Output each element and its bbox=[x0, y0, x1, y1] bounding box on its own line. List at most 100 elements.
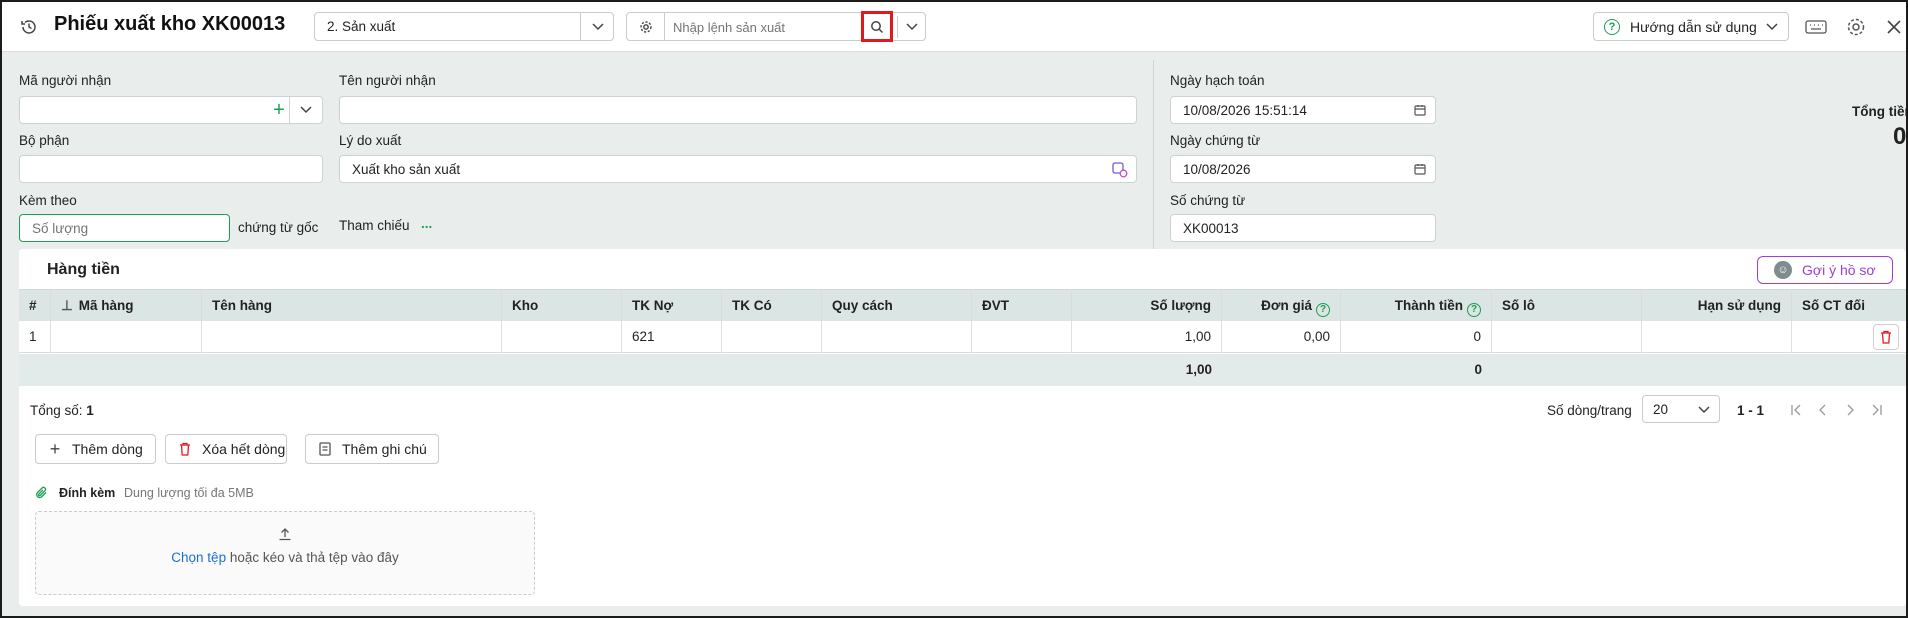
col-code[interactable]: ⊥ Mã hàng bbox=[51, 290, 202, 322]
calendar-icon[interactable] bbox=[1413, 103, 1427, 117]
department-label: Bộ phận bbox=[19, 133, 70, 148]
last-page-icon[interactable] bbox=[1868, 401, 1886, 419]
rows-per-page-label: Số dòng/trang bbox=[1547, 403, 1632, 418]
plus-icon: + bbox=[49, 439, 61, 459]
prev-page-icon[interactable] bbox=[1814, 401, 1832, 419]
note-icon bbox=[318, 442, 332, 456]
drop-text: hoặc kéo và thả tệp vào đây bbox=[229, 550, 399, 565]
posting-date-label: Ngày hạch toán bbox=[1170, 73, 1265, 88]
choose-file-link[interactable]: Chọn tệp bbox=[171, 550, 226, 565]
chevron-down-icon bbox=[1764, 19, 1780, 35]
cell-warehouse[interactable] bbox=[502, 321, 622, 353]
keyboard-icon[interactable] bbox=[1804, 16, 1828, 38]
chevron-down-icon[interactable] bbox=[897, 16, 925, 38]
total-label: Tổng tiền bbox=[1852, 104, 1908, 119]
col-expiry[interactable]: Hạn sử dụng bbox=[1642, 290, 1792, 322]
file-drop-zone[interactable]: Chọn tệp hoặc kéo và thả tệp vào đây bbox=[35, 511, 535, 595]
reason-label: Lý do xuất bbox=[339, 133, 402, 148]
attach-quantity-input[interactable] bbox=[19, 214, 230, 242]
total-value: 0 bbox=[1893, 123, 1907, 150]
cell-ref[interactable] bbox=[1792, 321, 1872, 353]
col-unit[interactable]: ĐVT bbox=[972, 290, 1072, 322]
total-amount: 0 bbox=[1474, 362, 1482, 377]
cell-qty[interactable]: 1,00 bbox=[1072, 321, 1222, 353]
help-circle-icon: ? bbox=[1316, 303, 1330, 317]
reference-more-link[interactable]: ... bbox=[421, 216, 432, 231]
recipient-name-field[interactable] bbox=[339, 96, 1137, 124]
voucher-type-value: 2. Sản xuất bbox=[327, 19, 396, 34]
ai-suggest-icon[interactable] bbox=[1111, 161, 1129, 179]
col-lot[interactable]: Số lô bbox=[1492, 290, 1642, 322]
recipient-name-label: Tên người nhận bbox=[339, 73, 436, 88]
avatar-icon: ☺ bbox=[1774, 261, 1792, 279]
first-page-icon[interactable] bbox=[1787, 401, 1805, 419]
top-bar: Phiếu xuất kho XK00013 2. Sản xuất ? Hướ… bbox=[2, 2, 1906, 52]
delete-row-icon[interactable] bbox=[1873, 324, 1899, 350]
reason-field[interactable]: Xuất kho sản xuất bbox=[339, 155, 1137, 183]
col-price[interactable]: Đơn giá? bbox=[1222, 290, 1341, 322]
table-row[interactable]: 1 621 1,00 0,00 0 bbox=[19, 321, 1906, 353]
help-circle-icon: ? bbox=[1604, 19, 1620, 35]
page-range: 1 - 1 bbox=[1737, 403, 1765, 418]
cell-debit[interactable]: 621 bbox=[622, 321, 722, 353]
cell-price[interactable]: 0,00 bbox=[1222, 321, 1341, 353]
attachments-limit: Dung lượng tối đa 5MB bbox=[124, 486, 254, 500]
chevron-down-icon[interactable] bbox=[292, 100, 320, 120]
plus-icon[interactable]: + bbox=[270, 99, 288, 121]
suggest-profile-label: Gợi ý hồ sơ bbox=[1802, 262, 1876, 278]
col-no: # bbox=[19, 290, 51, 322]
voucher-date-field[interactable]: 10/08/2026 bbox=[1170, 155, 1436, 183]
cell-expiry[interactable] bbox=[1642, 321, 1792, 353]
voucher-type-select[interactable]: 2. Sản xuất bbox=[314, 12, 614, 41]
attachments-label: Đính kèm bbox=[59, 486, 116, 500]
voucher-no-field[interactable]: XK00013 bbox=[1170, 214, 1436, 242]
production-order-input[interactable] bbox=[673, 17, 833, 37]
guide-button[interactable]: ? Hướng dẫn sử dụng bbox=[1593, 12, 1789, 41]
next-page-icon[interactable] bbox=[1841, 401, 1859, 419]
col-spec[interactable]: Quy cách bbox=[822, 290, 972, 322]
rows-per-page-select[interactable]: 20 bbox=[1642, 395, 1720, 423]
voucher-form: Mã người nhận + Tên người nhận Bộ phận L… bbox=[2, 52, 1908, 616]
items-section-title: Hàng tiền bbox=[47, 261, 120, 278]
recipient-code-field[interactable]: + bbox=[19, 96, 323, 124]
chevron-down-icon[interactable] bbox=[583, 16, 613, 38]
pin-icon[interactable]: ⊥ bbox=[61, 290, 73, 322]
delete-all-rows-button[interactable]: Xóa hết dòng bbox=[165, 434, 287, 464]
cell-lot[interactable] bbox=[1492, 321, 1642, 353]
cell-credit[interactable] bbox=[722, 321, 822, 353]
col-amount[interactable]: Thành tiền? bbox=[1341, 290, 1492, 322]
reason-value: Xuất kho sản xuất bbox=[352, 162, 461, 177]
cell-name[interactable] bbox=[202, 321, 502, 353]
col-qty[interactable]: Số lượng bbox=[1072, 290, 1222, 322]
col-ref[interactable]: Số CT đối bbox=[1792, 290, 1906, 322]
cell-unit[interactable] bbox=[972, 321, 1072, 353]
gear-icon[interactable] bbox=[627, 13, 665, 40]
add-row-button[interactable]: + Thêm dòng bbox=[35, 434, 156, 464]
table-totals-row: 1,00 0 bbox=[19, 354, 1906, 386]
search-icon[interactable] bbox=[861, 11, 893, 42]
trash-icon bbox=[178, 442, 192, 456]
department-field[interactable] bbox=[19, 155, 323, 183]
close-icon[interactable] bbox=[1884, 16, 1904, 38]
production-order-search bbox=[626, 11, 926, 42]
row-count: Tổng số: 1 bbox=[30, 403, 94, 418]
items-card: Hàng tiền ☺ Gợi ý hồ sơ # ⊥ Mã hàng Tên h… bbox=[19, 249, 1906, 606]
posting-date-field[interactable]: 10/08/2026 15:51:14 bbox=[1170, 96, 1436, 124]
history-icon[interactable] bbox=[18, 16, 40, 38]
add-note-button[interactable]: Thêm ghi chú bbox=[305, 434, 439, 464]
cell-spec[interactable] bbox=[822, 321, 972, 353]
col-warehouse[interactable]: Kho bbox=[502, 290, 622, 322]
recipient-code-label: Mã người nhận bbox=[19, 73, 112, 88]
attach-label: Kèm theo bbox=[19, 193, 77, 208]
settings-gear-icon[interactable] bbox=[1844, 15, 1868, 39]
chevron-down-icon bbox=[1697, 403, 1711, 417]
paperclip-icon bbox=[35, 486, 49, 500]
col-credit[interactable]: TK Có bbox=[722, 290, 822, 322]
cell-amount[interactable]: 0 bbox=[1341, 321, 1492, 353]
col-name[interactable]: Tên hàng bbox=[202, 290, 502, 322]
calendar-icon[interactable] bbox=[1413, 162, 1427, 176]
cell-code[interactable] bbox=[51, 321, 202, 353]
suggest-profile-button[interactable]: ☺ Gợi ý hồ sơ bbox=[1757, 256, 1893, 284]
page-title: Phiếu xuất kho XK00013 bbox=[54, 13, 286, 35]
col-debit[interactable]: TK Nợ bbox=[622, 290, 722, 322]
